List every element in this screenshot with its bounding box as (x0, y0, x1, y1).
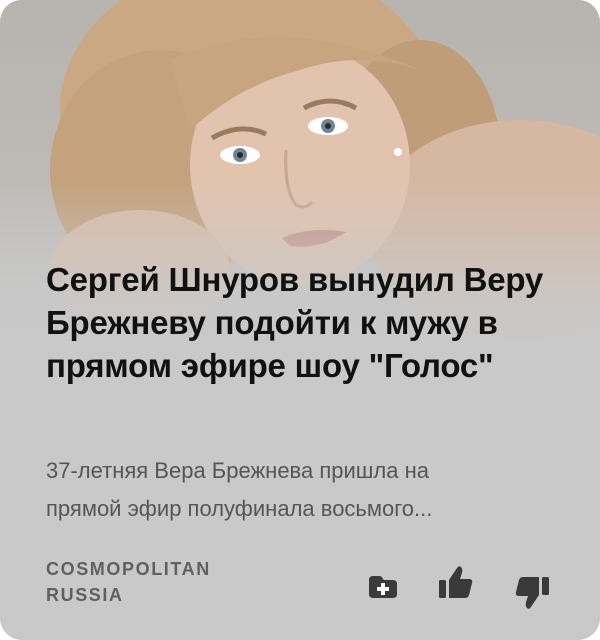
article-lead[interactable]: 37-летняя Вера Брежнева пришла на прямой… (46, 452, 566, 528)
source-name[interactable]: COSMOPOLITAN RUSSIA (46, 556, 211, 608)
source-name-line-2: RUSSIA (46, 585, 124, 605)
thumbs-down-icon (515, 577, 549, 609)
thumbs-up-icon (439, 566, 473, 598)
like-button[interactable] (432, 560, 478, 606)
article-headline[interactable]: Сергей Шнуров вынудил Веру Брежневу подо… (46, 258, 566, 387)
card-actions (360, 560, 570, 610)
news-card[interactable]: Сергей Шнуров вынудил Веру Брежневу подо… (0, 0, 600, 640)
dislike-button[interactable] (510, 570, 556, 616)
article-lead-line-1: 37-летняя Вера Брежнева пришла на (46, 458, 430, 483)
source-name-line-1: COSMOPOLITAN (46, 559, 211, 579)
article-lead-line-2: прямой эфир полуфинала восьмого... (46, 496, 433, 521)
add-source-button[interactable] (360, 564, 406, 610)
plus-tab-icon (369, 576, 397, 598)
